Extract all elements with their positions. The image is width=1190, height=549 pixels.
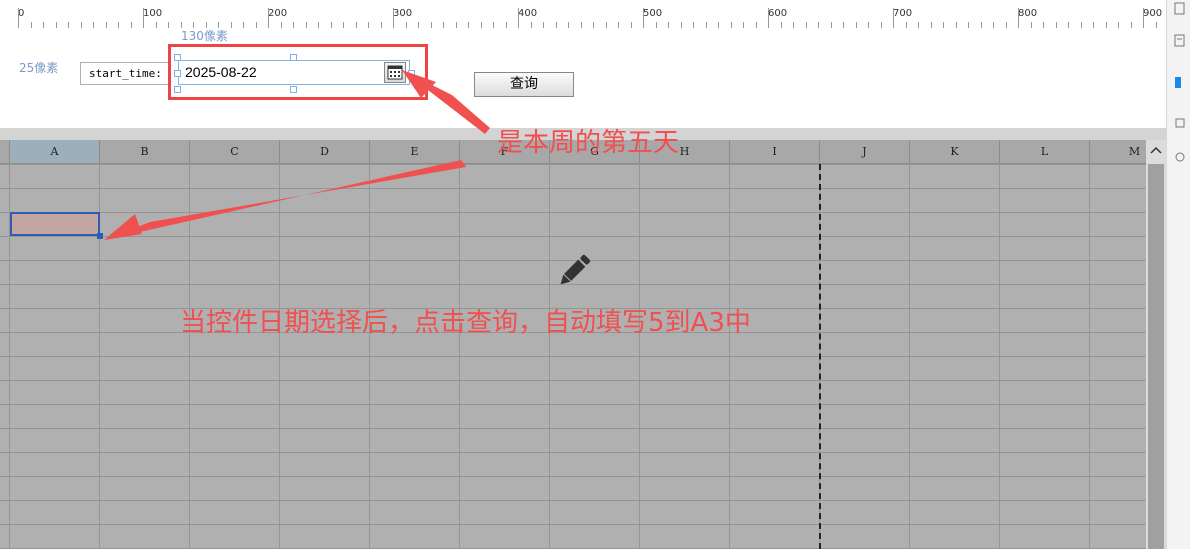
ruler-tick (1018, 8, 1019, 28)
column-header-j[interactable]: J (820, 140, 910, 164)
ruler-tick-label: 400 (518, 8, 538, 19)
ruler-tick (268, 8, 269, 28)
ruler-tick-label: 600 (768, 8, 788, 19)
corner-header (0, 140, 10, 164)
ruler-tick (518, 8, 519, 28)
ruler-tick (18, 8, 19, 28)
ruler-tick-label: 500 (643, 8, 663, 19)
ruler-tick (643, 8, 644, 28)
ruler-tick (393, 8, 394, 28)
document-icon[interactable] (1173, 34, 1187, 48)
grid-row-line (0, 380, 1150, 381)
pencil-icon (560, 254, 591, 285)
annotation-instruction: 当控件日期选择后，点击查询，自动填写5到A3中 (180, 308, 751, 338)
ruler-tick (1143, 8, 1144, 28)
top-ruler: 0 100 200 300 400 500 600 700 800 900 (0, 0, 1166, 29)
ruler-tick (143, 8, 144, 28)
column-header-l[interactable]: L (1000, 140, 1090, 164)
grid-row-line (0, 452, 1150, 453)
settings-icon[interactable] (1173, 150, 1187, 164)
grid-row-line (0, 164, 1150, 165)
ruler-tick-label: 700 (893, 8, 913, 19)
grid-row-line (0, 188, 1150, 189)
left-ruler (0, 28, 15, 128)
width-dimension-hint: 130像素 (181, 29, 228, 43)
annotation-fifth-day: 是本周的第五天 (497, 128, 680, 158)
selected-cell-a3[interactable] (10, 212, 100, 236)
ruler-tick-label: 200 (268, 8, 288, 19)
column-header-e[interactable]: E (370, 140, 460, 164)
page-break-line (819, 164, 821, 549)
ruler-tick-label: 800 (1018, 8, 1038, 19)
spreadsheet-grid[interactable]: ABCDEFGHIJKLM (0, 140, 1150, 549)
fill-handle[interactable] (97, 233, 103, 239)
start-time-label[interactable]: start_time: (80, 62, 170, 85)
grid-row-line (0, 212, 1150, 213)
query-button[interactable]: 查询 (474, 72, 574, 97)
column-header-c[interactable]: C (190, 140, 280, 164)
grid-row-line (0, 500, 1150, 501)
grid-row-line (0, 524, 1150, 525)
grid-row-line (0, 476, 1150, 477)
ruler-tick-label: 300 (393, 8, 413, 19)
column-header-k[interactable]: K (910, 140, 1000, 164)
column-header-a[interactable]: A (10, 140, 100, 164)
column-header-b[interactable]: B (100, 140, 190, 164)
column-header-d[interactable]: D (280, 140, 370, 164)
grid-row-line (0, 428, 1150, 429)
ruler-tick (768, 8, 769, 28)
ruler-tick-label: 900 (1143, 8, 1163, 19)
grid-row-line (0, 236, 1150, 237)
active-panel-icon[interactable] (1173, 76, 1187, 90)
height-dimension-hint: 25像素 (19, 61, 59, 75)
right-toolbar-strip (1166, 0, 1190, 549)
column-header-i[interactable]: I (730, 140, 820, 164)
chevron-up-icon[interactable] (1148, 143, 1164, 161)
ruler-tick-label: 100 (143, 8, 163, 19)
layers-icon[interactable] (1173, 116, 1187, 130)
scrollbar-thumb[interactable] (1148, 164, 1164, 549)
grid-row-line (0, 404, 1150, 405)
page-icon[interactable] (1173, 2, 1187, 16)
column-header-m[interactable]: M (1090, 140, 1150, 164)
grid-row-line (0, 356, 1150, 357)
ruler-tick (893, 8, 894, 28)
annotation-highlight-box (168, 44, 428, 100)
